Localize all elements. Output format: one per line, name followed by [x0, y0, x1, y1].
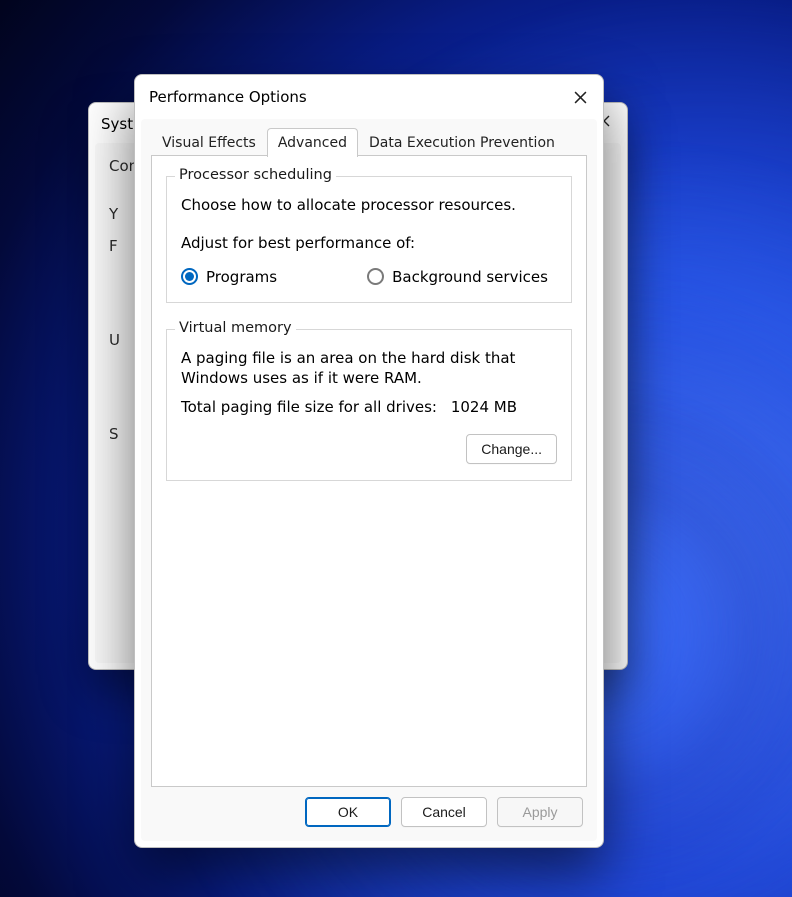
- radio-label: Background services: [392, 268, 548, 286]
- radio-label: Programs: [206, 268, 277, 286]
- processor-radio-group: Programs Background services: [181, 268, 557, 286]
- radio-icon: [181, 268, 198, 285]
- processor-desc: Choose how to allocate processor resourc…: [181, 195, 557, 215]
- vm-total-label: Total paging file size for all drives:: [181, 398, 437, 416]
- cancel-button[interactable]: Cancel: [401, 797, 487, 827]
- dialog-content: Visual Effects Advanced Data Execution P…: [141, 119, 597, 841]
- group-legend: Processor scheduling: [175, 167, 336, 183]
- vm-desc: A paging file is an area on the hard dis…: [181, 348, 557, 389]
- group-legend: Virtual memory: [175, 320, 296, 336]
- vm-total-value: 1024 MB: [451, 398, 557, 416]
- tab-advanced[interactable]: Advanced: [267, 128, 358, 157]
- radio-programs[interactable]: Programs: [181, 268, 277, 286]
- desktop: Syste Com Y F U S Performance Options Vi…: [0, 0, 792, 897]
- dialog-footer: OK Cancel Apply: [151, 787, 587, 831]
- performance-options-dialog: Performance Options Visual Effects Advan…: [134, 74, 604, 848]
- group-processor-scheduling: Processor scheduling Choose how to alloc…: [166, 176, 572, 303]
- change-button[interactable]: Change...: [466, 434, 557, 464]
- tab-dep[interactable]: Data Execution Prevention: [358, 128, 566, 157]
- close-button[interactable]: [557, 75, 603, 119]
- tab-strip: Visual Effects Advanced Data Execution P…: [151, 127, 587, 156]
- close-icon: [574, 91, 587, 104]
- apply-button[interactable]: Apply: [497, 797, 583, 827]
- tab-panel-advanced: Processor scheduling Choose how to alloc…: [151, 155, 587, 787]
- titlebar[interactable]: Performance Options: [135, 75, 603, 119]
- processor-adjust-label: Adjust for best performance of:: [181, 233, 557, 253]
- vm-total-row: Total paging file size for all drives: 1…: [181, 398, 557, 416]
- group-virtual-memory: Virtual memory A paging file is an area …: [166, 329, 572, 482]
- radio-icon: [367, 268, 384, 285]
- ok-button[interactable]: OK: [305, 797, 391, 827]
- dialog-title: Performance Options: [149, 88, 307, 106]
- radio-background-services[interactable]: Background services: [367, 268, 548, 286]
- tab-visual-effects[interactable]: Visual Effects: [151, 128, 267, 157]
